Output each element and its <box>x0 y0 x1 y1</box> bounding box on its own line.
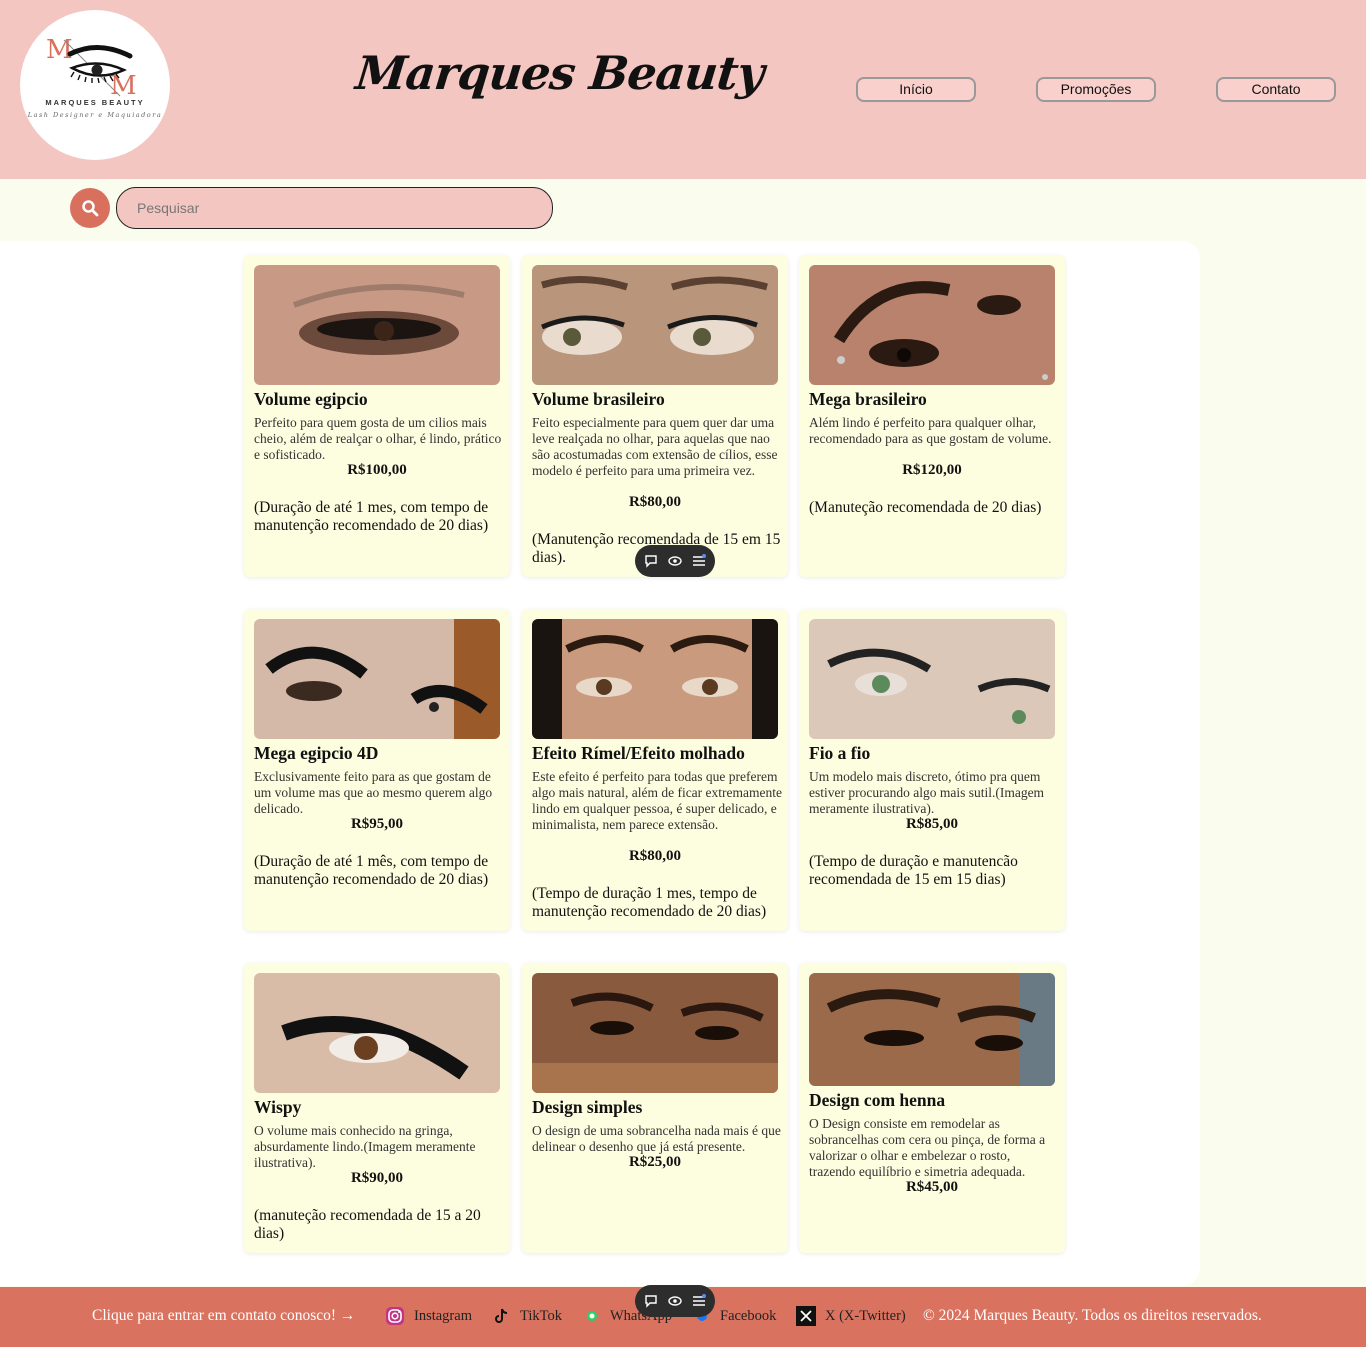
service-note: (Tempo de duração 1 mes, tempo de manute… <box>532 885 767 920</box>
nav-promocoes-button[interactable]: Promoções <box>1036 77 1156 102</box>
service-photo <box>532 265 778 385</box>
logo-mark-icon: M M <box>46 35 137 101</box>
logo[interactable]: M M MARQUES BEAUTY Lash Designer e Maqui… <box>20 10 170 160</box>
service-price: R$80,00 <box>628 494 682 510</box>
service-title: Wispy <box>254 1097 302 1117</box>
service-price: R$95,00 <box>350 816 404 832</box>
service-description: Exclusivamente feito para as que gostam … <box>254 769 493 816</box>
service-note: (Duração de até 1 mês, com tempo de manu… <box>254 853 489 888</box>
service-price: R$85,00 <box>905 816 959 832</box>
menu-icon[interactable] <box>691 1293 707 1309</box>
footer-link-facebook[interactable]: Facebook <box>720 1308 776 1325</box>
site-header: M M MARQUES BEAUTY Lash Designer e Maqui… <box>0 0 1366 179</box>
service-description: O volume mais conhecido na gringa, absur… <box>254 1123 476 1170</box>
service-card[interactable]: Design simples O design de uma sobrancel… <box>522 963 788 1253</box>
service-photo <box>254 973 500 1093</box>
svg-text:M: M <box>46 35 73 65</box>
service-price: R$120,00 <box>902 462 962 478</box>
footer-copyright: © 2024 Marques Beauty. Todos os direitos… <box>923 1307 1262 1324</box>
service-title: Mega egipcio 4D <box>254 743 379 763</box>
service-note: (Tempo de duração e manutencão recomenda… <box>809 853 1018 888</box>
nav-contato-button[interactable]: Contato <box>1216 77 1336 102</box>
service-title: Efeito Rímel/Efeito molhado <box>532 743 745 763</box>
nav-inicio-button[interactable]: Início <box>856 77 976 102</box>
menu-icon[interactable] <box>691 553 707 569</box>
logo-tagline: Lash Designer e Maquiadora <box>27 111 163 119</box>
service-note: (Duração de até 1 mes, com tempo de manu… <box>254 499 489 534</box>
service-description: O Design consiste em remodelar as sobran… <box>809 1116 1046 1179</box>
service-title: Design com henna <box>809 1090 946 1110</box>
footer-link-tiktok[interactable]: TikTok <box>520 1308 562 1325</box>
footer-cta: Clique para entrar em contato conosco! → <box>92 1307 356 1324</box>
footer-link-x-twitter[interactable]: X (X-Twitter) <box>825 1308 906 1325</box>
service-card[interactable]: Design com henna O Design consiste em re… <box>799 963 1065 1253</box>
service-description: Um modelo mais discreto, ótimo pra quem … <box>809 769 1045 816</box>
service-photo <box>809 265 1055 385</box>
service-title: Mega brasileiro <box>809 389 927 409</box>
service-photo <box>532 619 778 739</box>
tiktok-icon[interactable] <box>492 1306 512 1326</box>
svg-text:M: M <box>110 71 137 101</box>
service-price: R$80,00 <box>628 848 682 864</box>
service-title: Volume brasileiro <box>532 389 665 409</box>
floating-toolbar[interactable] <box>635 1285 715 1317</box>
service-title: Volume egipcio <box>254 389 368 409</box>
service-card[interactable]: Mega brasileiro Além lindo é perfeito pa… <box>799 255 1065 577</box>
x-twitter-icon[interactable] <box>796 1306 816 1326</box>
service-card[interactable]: Wispy O volume mais conhecido na gringa,… <box>244 963 510 1253</box>
service-description: Além lindo é perfeito para qualquer olha… <box>809 415 1052 446</box>
brand-title: Marques Beauty <box>353 46 766 100</box>
service-card[interactable]: Volume egipcio Perfeito para quem gosta … <box>244 255 510 577</box>
service-card[interactable]: Volume brasileiro Feito especialmente pa… <box>522 255 788 577</box>
service-photo <box>254 619 500 739</box>
service-card[interactable]: Mega egipcio 4D Exclusivamente feito par… <box>244 609 510 931</box>
service-title: Design simples <box>532 1097 643 1117</box>
search-input[interactable] <box>116 187 553 229</box>
service-note: (Manuteção recomendada de 20 dias) <box>809 499 1042 516</box>
service-price: R$100,00 <box>347 462 407 478</box>
search-button[interactable] <box>70 188 110 228</box>
service-photo <box>809 619 1055 739</box>
footer-link-instagram[interactable]: Instagram <box>414 1308 472 1325</box>
service-card[interactable]: Fio a fio Um modelo mais discreto, ótimo… <box>799 609 1065 931</box>
service-photo <box>254 265 500 385</box>
instagram-icon[interactable] <box>385 1306 405 1326</box>
service-title: Fio a fio <box>809 743 871 763</box>
comment-icon[interactable] <box>643 1293 659 1309</box>
service-card[interactable]: Efeito Rímel/Efeito molhado Este efeito … <box>522 609 788 931</box>
service-photo <box>532 973 778 1093</box>
service-price: R$25,00 <box>628 1154 682 1170</box>
whatsapp-icon[interactable] <box>582 1306 602 1326</box>
eye-icon[interactable] <box>667 553 683 569</box>
service-description: O design de uma sobrancelha nada mais é … <box>532 1123 781 1154</box>
service-photo <box>809 973 1055 1086</box>
service-price: R$90,00 <box>350 1170 404 1186</box>
service-description: Este efeito é perfeito para todas que pr… <box>532 769 783 832</box>
comment-icon[interactable] <box>643 553 659 569</box>
floating-toolbar[interactable] <box>635 545 715 577</box>
service-description: Feito especialmente para quem quer dar u… <box>532 415 778 478</box>
search-icon <box>82 200 99 217</box>
service-description: Perfeito para quem gosta de um cilios ma… <box>254 415 502 462</box>
service-note: (manuteção recomendada de 15 a 20 dias) <box>254 1207 481 1242</box>
logo-name: MARQUES BEAUTY <box>45 98 145 107</box>
service-price: R$45,00 <box>905 1179 959 1195</box>
eye-icon[interactable] <box>667 1293 683 1309</box>
